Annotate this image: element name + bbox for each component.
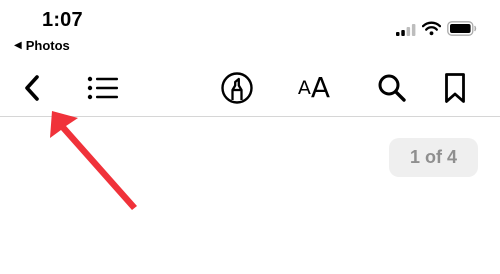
reader-toolbar: A A [0,62,500,114]
back-button[interactable] [15,70,49,106]
chevron-left-icon [25,75,39,101]
bookmark-icon [445,73,465,103]
text-size-button[interactable]: A A [294,70,334,106]
wifi-icon [422,21,441,36]
battery-icon [447,21,477,36]
table-of-contents-button[interactable] [84,70,122,106]
back-app-label: Photos [25,38,70,53]
back-to-app-button[interactable]: ◀ Photos [14,38,70,53]
bookmark-button[interactable] [440,70,470,106]
status-bar: 1:07 ◀ Photos [0,0,500,60]
cellular-signal-icon [396,24,416,36]
list-icon [87,76,118,100]
markup-button[interactable] [218,70,256,106]
status-time: 1:07 [42,9,83,31]
search-button[interactable] [375,70,409,106]
text-size-small-a: A [297,76,311,99]
toolbar-divider [0,116,500,117]
search-icon [378,74,406,102]
page-indicator: 1 of 4 [389,138,478,177]
text-size-big-a: A [310,71,331,104]
highlighter-icon [221,72,253,104]
back-triangle-icon: ◀ [14,40,22,51]
